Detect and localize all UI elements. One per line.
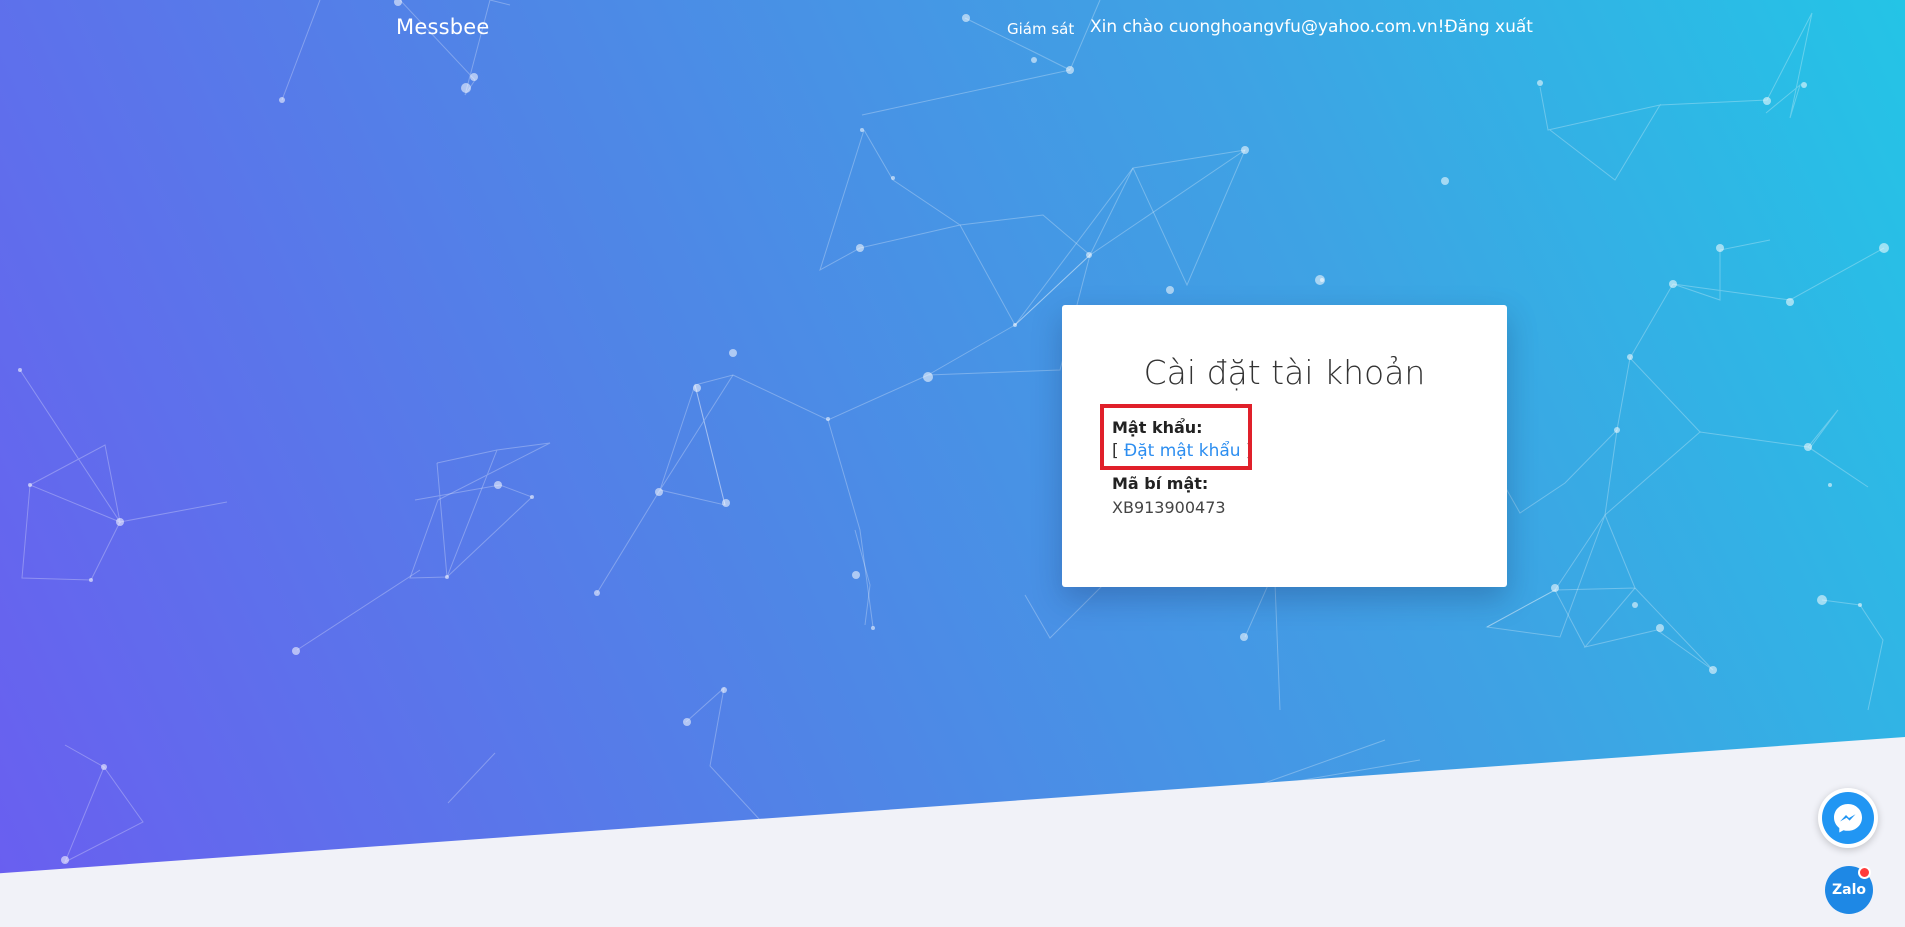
set-password-row: [ Đặt mật khẩu ] (1112, 441, 1253, 461)
user-greeting: Xin chào cuonghoangvfu@yahoo.com.vn!Đăng… (1090, 17, 1533, 37)
messenger-chat-button[interactable] (1818, 788, 1878, 848)
network-pattern (18, 0, 1889, 864)
brand-logo[interactable]: Messbee (396, 15, 490, 39)
hero-background (0, 0, 1905, 874)
top-navigation: Messbee Giám sát Xin chào cuonghoangvfu@… (0, 0, 1905, 60)
set-password-link[interactable]: Đặt mật khẩu (1124, 441, 1241, 461)
page-title: Cài đặt tài khoản (1143, 353, 1426, 392)
bracket-open: [ (1112, 441, 1125, 461)
secret-code-label: Mã bí mật: (1112, 474, 1209, 493)
secret-code-value: XB913900473 (1112, 498, 1226, 517)
greeting-text: Xin chào cuonghoangvfu@yahoo.com.vn! (1090, 17, 1445, 37)
account-settings-card: Cài đặt tài khoản Mật khẩu: [ Đặt mật kh… (1062, 305, 1507, 587)
notification-dot (1858, 866, 1871, 879)
logout-link[interactable]: Đăng xuất (1444, 17, 1532, 37)
messenger-icon (1822, 792, 1874, 844)
bracket-close: ] (1240, 441, 1253, 461)
nav-monitor-link[interactable]: Giám sát (1007, 20, 1074, 38)
zalo-chat-button[interactable]: Zalo (1825, 866, 1873, 914)
zalo-icon: Zalo (1831, 882, 1866, 898)
password-label: Mật khẩu: (1112, 418, 1203, 437)
